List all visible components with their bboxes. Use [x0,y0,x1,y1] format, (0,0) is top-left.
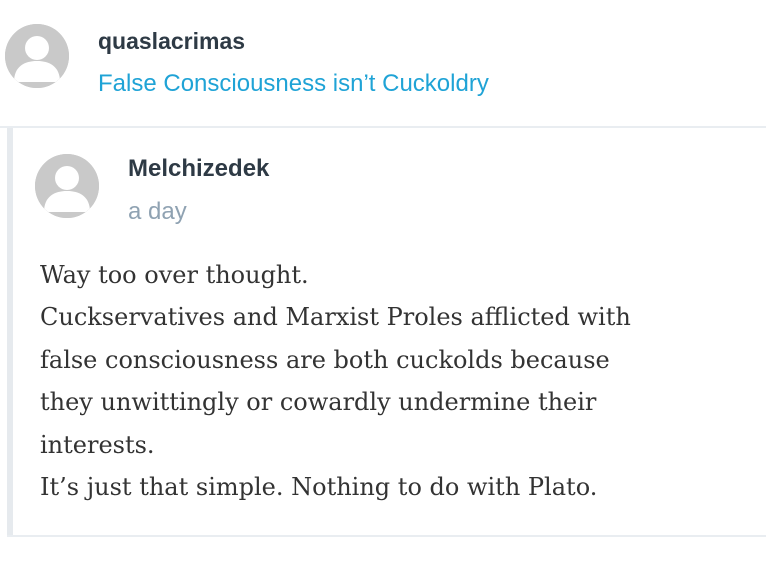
parent-comment-author[interactable]: quaslacrimas [98,28,245,55]
post-title-link[interactable]: False Consciousness isn’t Cuckoldry [98,70,489,98]
reply-author[interactable]: Melchizedek [128,155,269,183]
reply-body-line: interests. [40,430,155,459]
reply-body-line: false consciousness are both cuckolds be… [40,345,610,374]
reply-comment-card: Melchizedek a day Way too over thought. … [7,128,766,535]
default-user-avatar-icon[interactable] [35,154,99,218]
reply-body-line: Way too over thought. [40,261,309,289]
default-user-avatar-icon[interactable] [5,24,69,88]
parent-comment-header: quaslacrimas False Consciousness isn’t C… [0,0,766,126]
reply-body-line: they unwittingly or cowardly undermine t… [40,388,597,417]
divider [7,535,766,537]
reply-body-line: Cuckservatives and Marxist Proles afflic… [40,303,631,332]
reply-body-text: Way too over thought. Cuckservatives and… [40,254,755,508]
reply-timestamp[interactable]: a day [128,198,187,226]
reply-body-line: It’s just that simple. Nothing to do wit… [40,473,598,502]
